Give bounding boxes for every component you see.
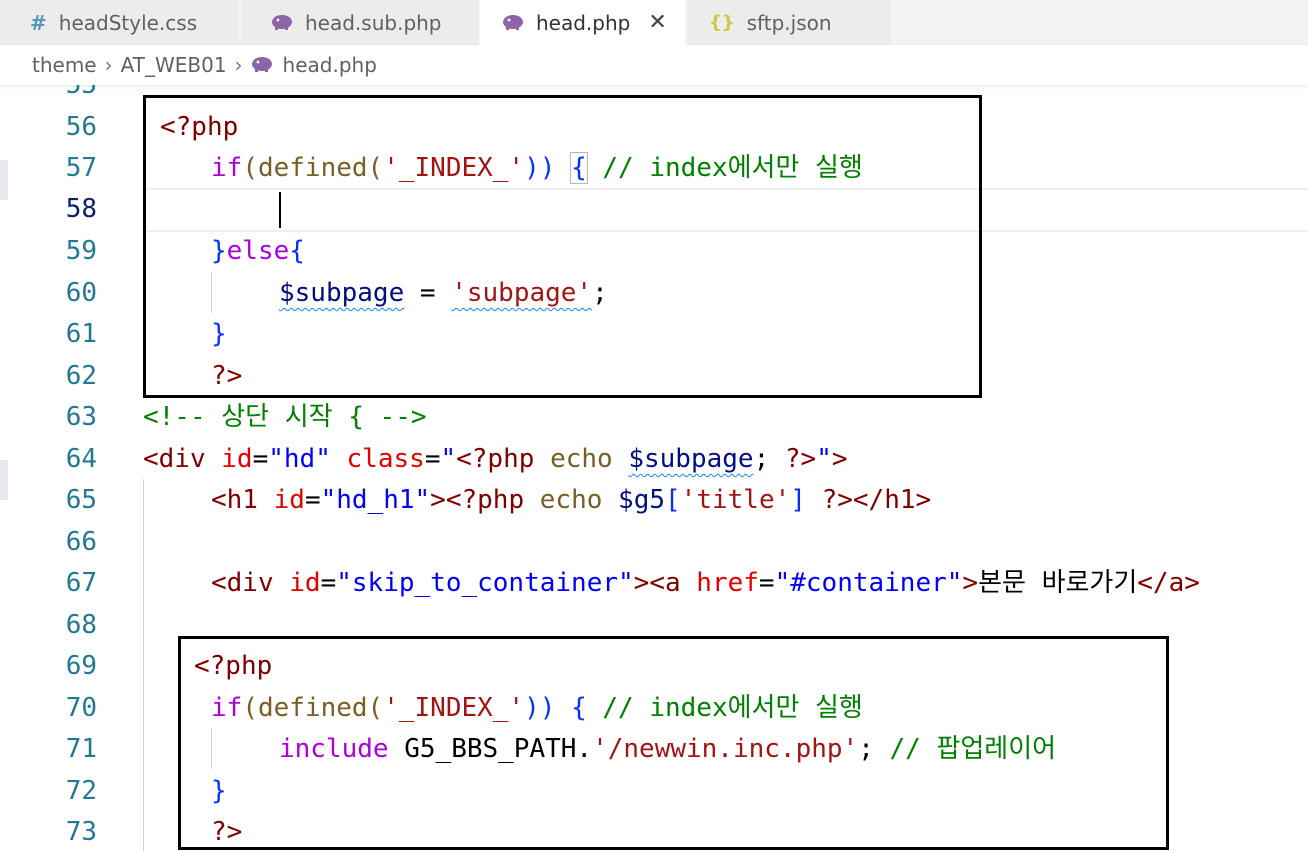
- text-cursor: [279, 192, 281, 228]
- css-file-icon: #: [30, 10, 47, 35]
- html-comment: <!-- 상단 시작 { -->: [143, 402, 427, 432]
- code-line: 57 if(defined('_INDEX_')) { // index에서만 …: [0, 147, 1308, 189]
- line-number: 59: [65, 236, 97, 266]
- breadcrumb: theme › AT_WEB01 › head.php: [0, 45, 1308, 85]
- code-line: 63 <!-- 상단 시작 { -->: [0, 396, 1308, 438]
- line-number: 73: [65, 817, 97, 847]
- code-line: 73 ?>: [0, 811, 1308, 851]
- php-open-tag: <?php: [160, 112, 239, 142]
- line-number: 70: [65, 693, 97, 723]
- defined-function: defined: [257, 153, 368, 183]
- tab-head-sub-php[interactable]: head.sub.php: [241, 0, 479, 45]
- if-keyword: if: [211, 153, 243, 183]
- line-number: 62: [65, 361, 97, 391]
- code-line: 68: [0, 604, 1308, 646]
- line-number: 67: [65, 568, 97, 598]
- php-close-tag: ?>: [211, 361, 243, 391]
- current-line-highlight: [143, 188, 1308, 232]
- line-number: 66: [65, 527, 97, 557]
- breadcrumb-folder[interactable]: AT_WEB01: [121, 53, 227, 77]
- line-number: 57: [65, 153, 97, 183]
- code-line: 71 include G5_BBS_PATH.'/newwin.inc.php'…: [0, 728, 1308, 770]
- line-number: 69: [65, 651, 97, 681]
- code-line: 67 <div id="skip_to_container"><a href="…: [0, 562, 1308, 604]
- php-elephant-icon: [251, 53, 273, 77]
- line-number: 61: [65, 319, 97, 349]
- code-line: 61 }: [0, 313, 1308, 355]
- code-line: 65 <h1 id="hd_h1"><?php echo $g5['title'…: [0, 479, 1308, 521]
- subpage-string: 'subpage': [451, 278, 593, 308]
- line-number: 68: [65, 610, 97, 640]
- line-number: 55: [65, 85, 97, 100]
- tab-label: sftp.json: [746, 10, 832, 35]
- tab-bar: # headStyle.css head.sub.php head.php ✕ …: [0, 0, 1308, 45]
- code-line: 69 <?php: [0, 645, 1308, 687]
- include-keyword: include: [279, 734, 389, 764]
- code-line: 60 $subpage = 'subpage';: [0, 272, 1308, 314]
- indent-guide: [143, 479, 144, 851]
- line-number: 58: [65, 194, 97, 224]
- tab-head-php[interactable]: head.php ✕: [480, 0, 686, 45]
- index-string: '_INDEX_': [383, 153, 525, 183]
- code-line: 70 if(defined('_INDEX_')) { // index에서만 …: [0, 687, 1308, 729]
- tab-label: headStyle.css: [58, 10, 198, 35]
- indent-guide: [211, 272, 212, 313]
- code-line: 62 ?>: [0, 355, 1308, 397]
- chevron-right-icon: ›: [234, 53, 243, 77]
- php-elephant-icon: [502, 11, 524, 35]
- else-keyword: else: [226, 236, 290, 266]
- close-icon[interactable]: ✕: [648, 10, 666, 35]
- line-number: 72: [65, 776, 97, 806]
- line-number: 63: [65, 402, 97, 432]
- breadcrumb-file[interactable]: head.php: [283, 53, 377, 77]
- code-editor[interactable]: 55 56 <?php 57 if(defined('_INDEX_')) { …: [0, 85, 1308, 851]
- code-line: 64 <div id="hd" class="<?php echo $subpa…: [0, 438, 1308, 480]
- line-number: 64: [65, 444, 97, 474]
- chevron-right-icon: ›: [104, 53, 113, 77]
- code-line-current: 58: [0, 188, 1308, 232]
- line-number: 71: [65, 734, 97, 764]
- tab-label: head.php: [536, 10, 631, 35]
- code-line: 56 <?php: [0, 106, 1308, 148]
- line-number: 56: [65, 112, 97, 142]
- code-line: 55: [0, 85, 1308, 106]
- line-number: 65: [65, 485, 97, 515]
- code-comment: // index에서만 실행: [602, 153, 863, 183]
- code-line: 72 }: [0, 770, 1308, 812]
- tab-sftp-json[interactable]: {} sftp.json: [687, 0, 892, 45]
- code-line: 66: [0, 521, 1308, 563]
- tab-label: head.sub.php: [305, 10, 442, 35]
- json-braces-icon: {}: [709, 12, 735, 33]
- indent-guide: [211, 728, 212, 769]
- code-line: 59 }else{: [0, 230, 1308, 272]
- php-elephant-icon: [271, 11, 293, 35]
- breadcrumb-theme[interactable]: theme: [32, 53, 97, 77]
- tab-headstyle-css[interactable]: # headStyle.css: [0, 0, 240, 45]
- subpage-variable: $subpage: [279, 278, 405, 308]
- line-number: 60: [65, 278, 97, 308]
